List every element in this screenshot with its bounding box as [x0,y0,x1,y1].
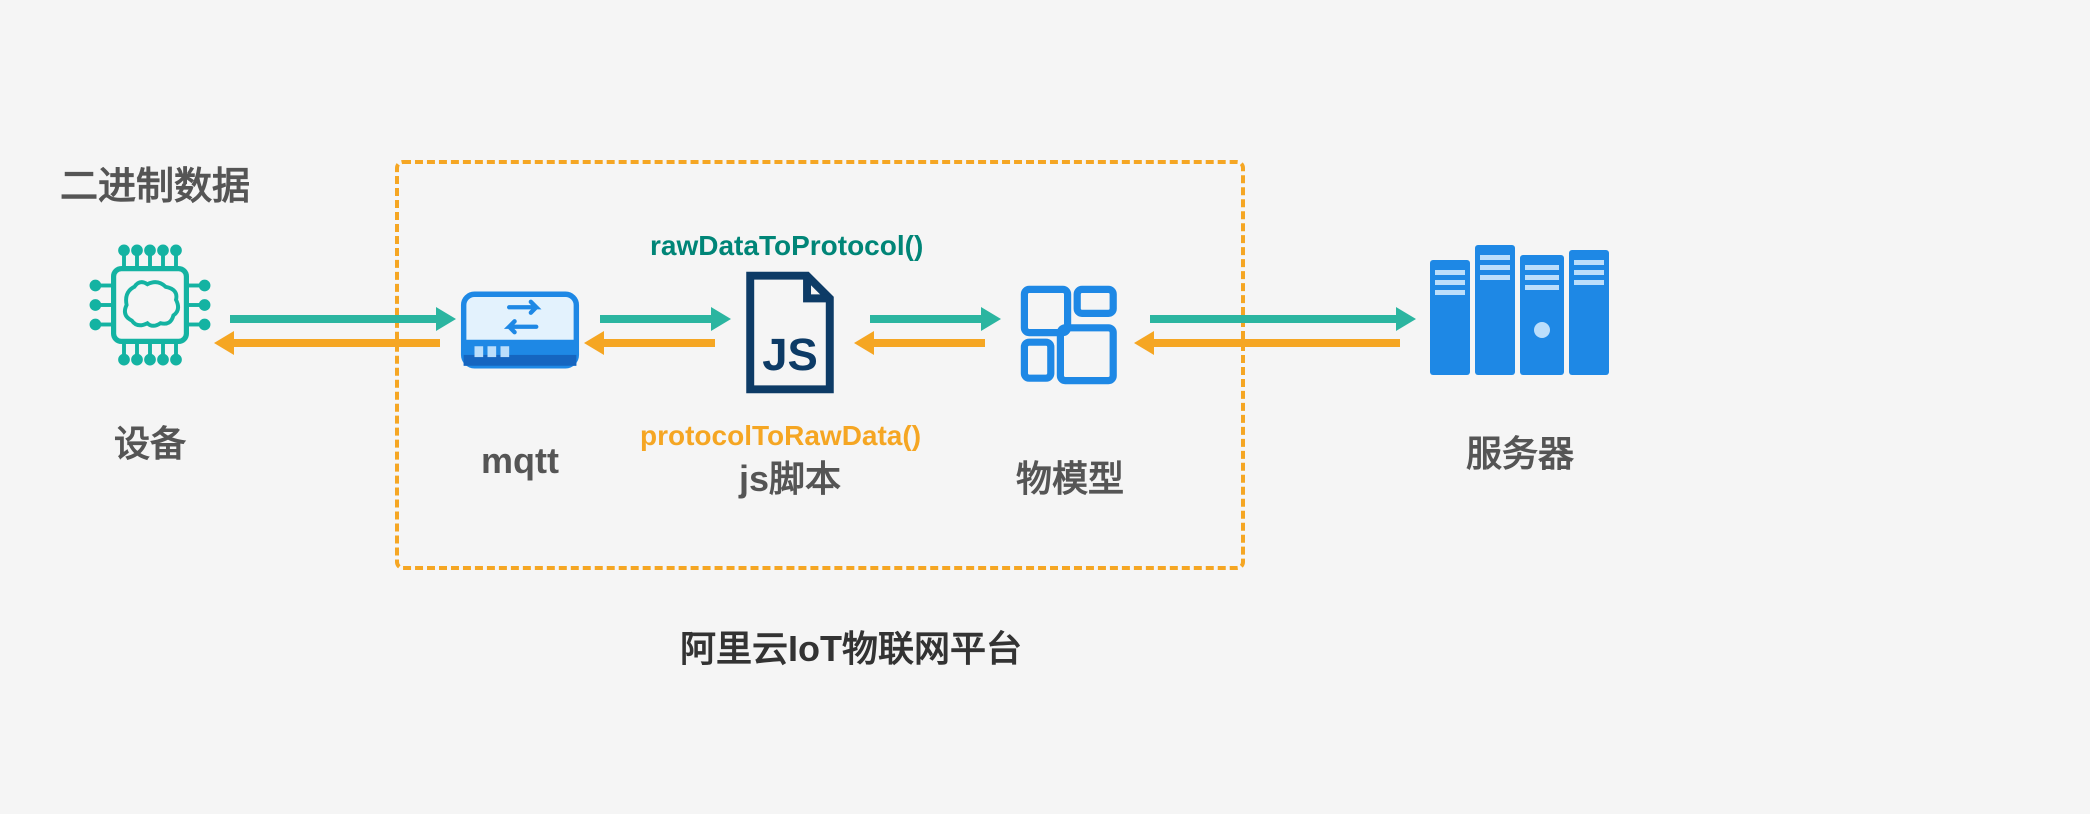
modules-grid-icon [1010,275,1130,395]
platform-caption: 阿里云IoT物联网平台 [680,620,1022,672]
node-server-label: 服务器 [1420,425,1620,477]
arrows-mqtt-js [600,315,715,355]
arrows-device-mqtt [230,315,440,355]
node-model: 物模型 [1000,275,1140,502]
arrows-model-server [1150,315,1400,355]
arrow-back-icon [1150,339,1400,347]
arrow-back-icon [600,339,715,347]
arrows-js-model [870,315,985,355]
node-model-label: 物模型 [1000,450,1140,502]
function-protocol-to-raw-label: protocolToRawData() [640,420,921,452]
binary-data-heading: 二进制数据 [60,155,250,210]
arrow-forward-icon [870,315,985,323]
node-js-label: js脚本 [720,450,860,502]
node-device: 设备 [80,240,220,467]
node-server: 服务器 [1420,235,1620,477]
node-mqtt: mqtt [450,280,590,482]
function-raw-to-protocol-label: rawDataToProtocol() [650,230,923,262]
js-file-icon: JS [735,270,845,395]
server-rack-icon [1425,235,1615,385]
arrow-forward-icon [600,315,715,323]
router-switch-icon [455,280,585,380]
arrow-forward-icon [1150,315,1400,323]
arrow-back-icon [230,339,440,347]
chip-brain-icon [85,240,215,370]
node-js: JS js脚本 [720,270,860,502]
arrow-forward-icon [230,315,440,323]
node-mqtt-label: mqtt [450,440,590,482]
diagram-canvas: 二进制数据 阿里云IoT物联网平台 [0,0,2090,814]
svg-text:JS: JS [762,329,818,380]
arrow-back-icon [870,339,985,347]
node-device-label: 设备 [80,415,220,467]
